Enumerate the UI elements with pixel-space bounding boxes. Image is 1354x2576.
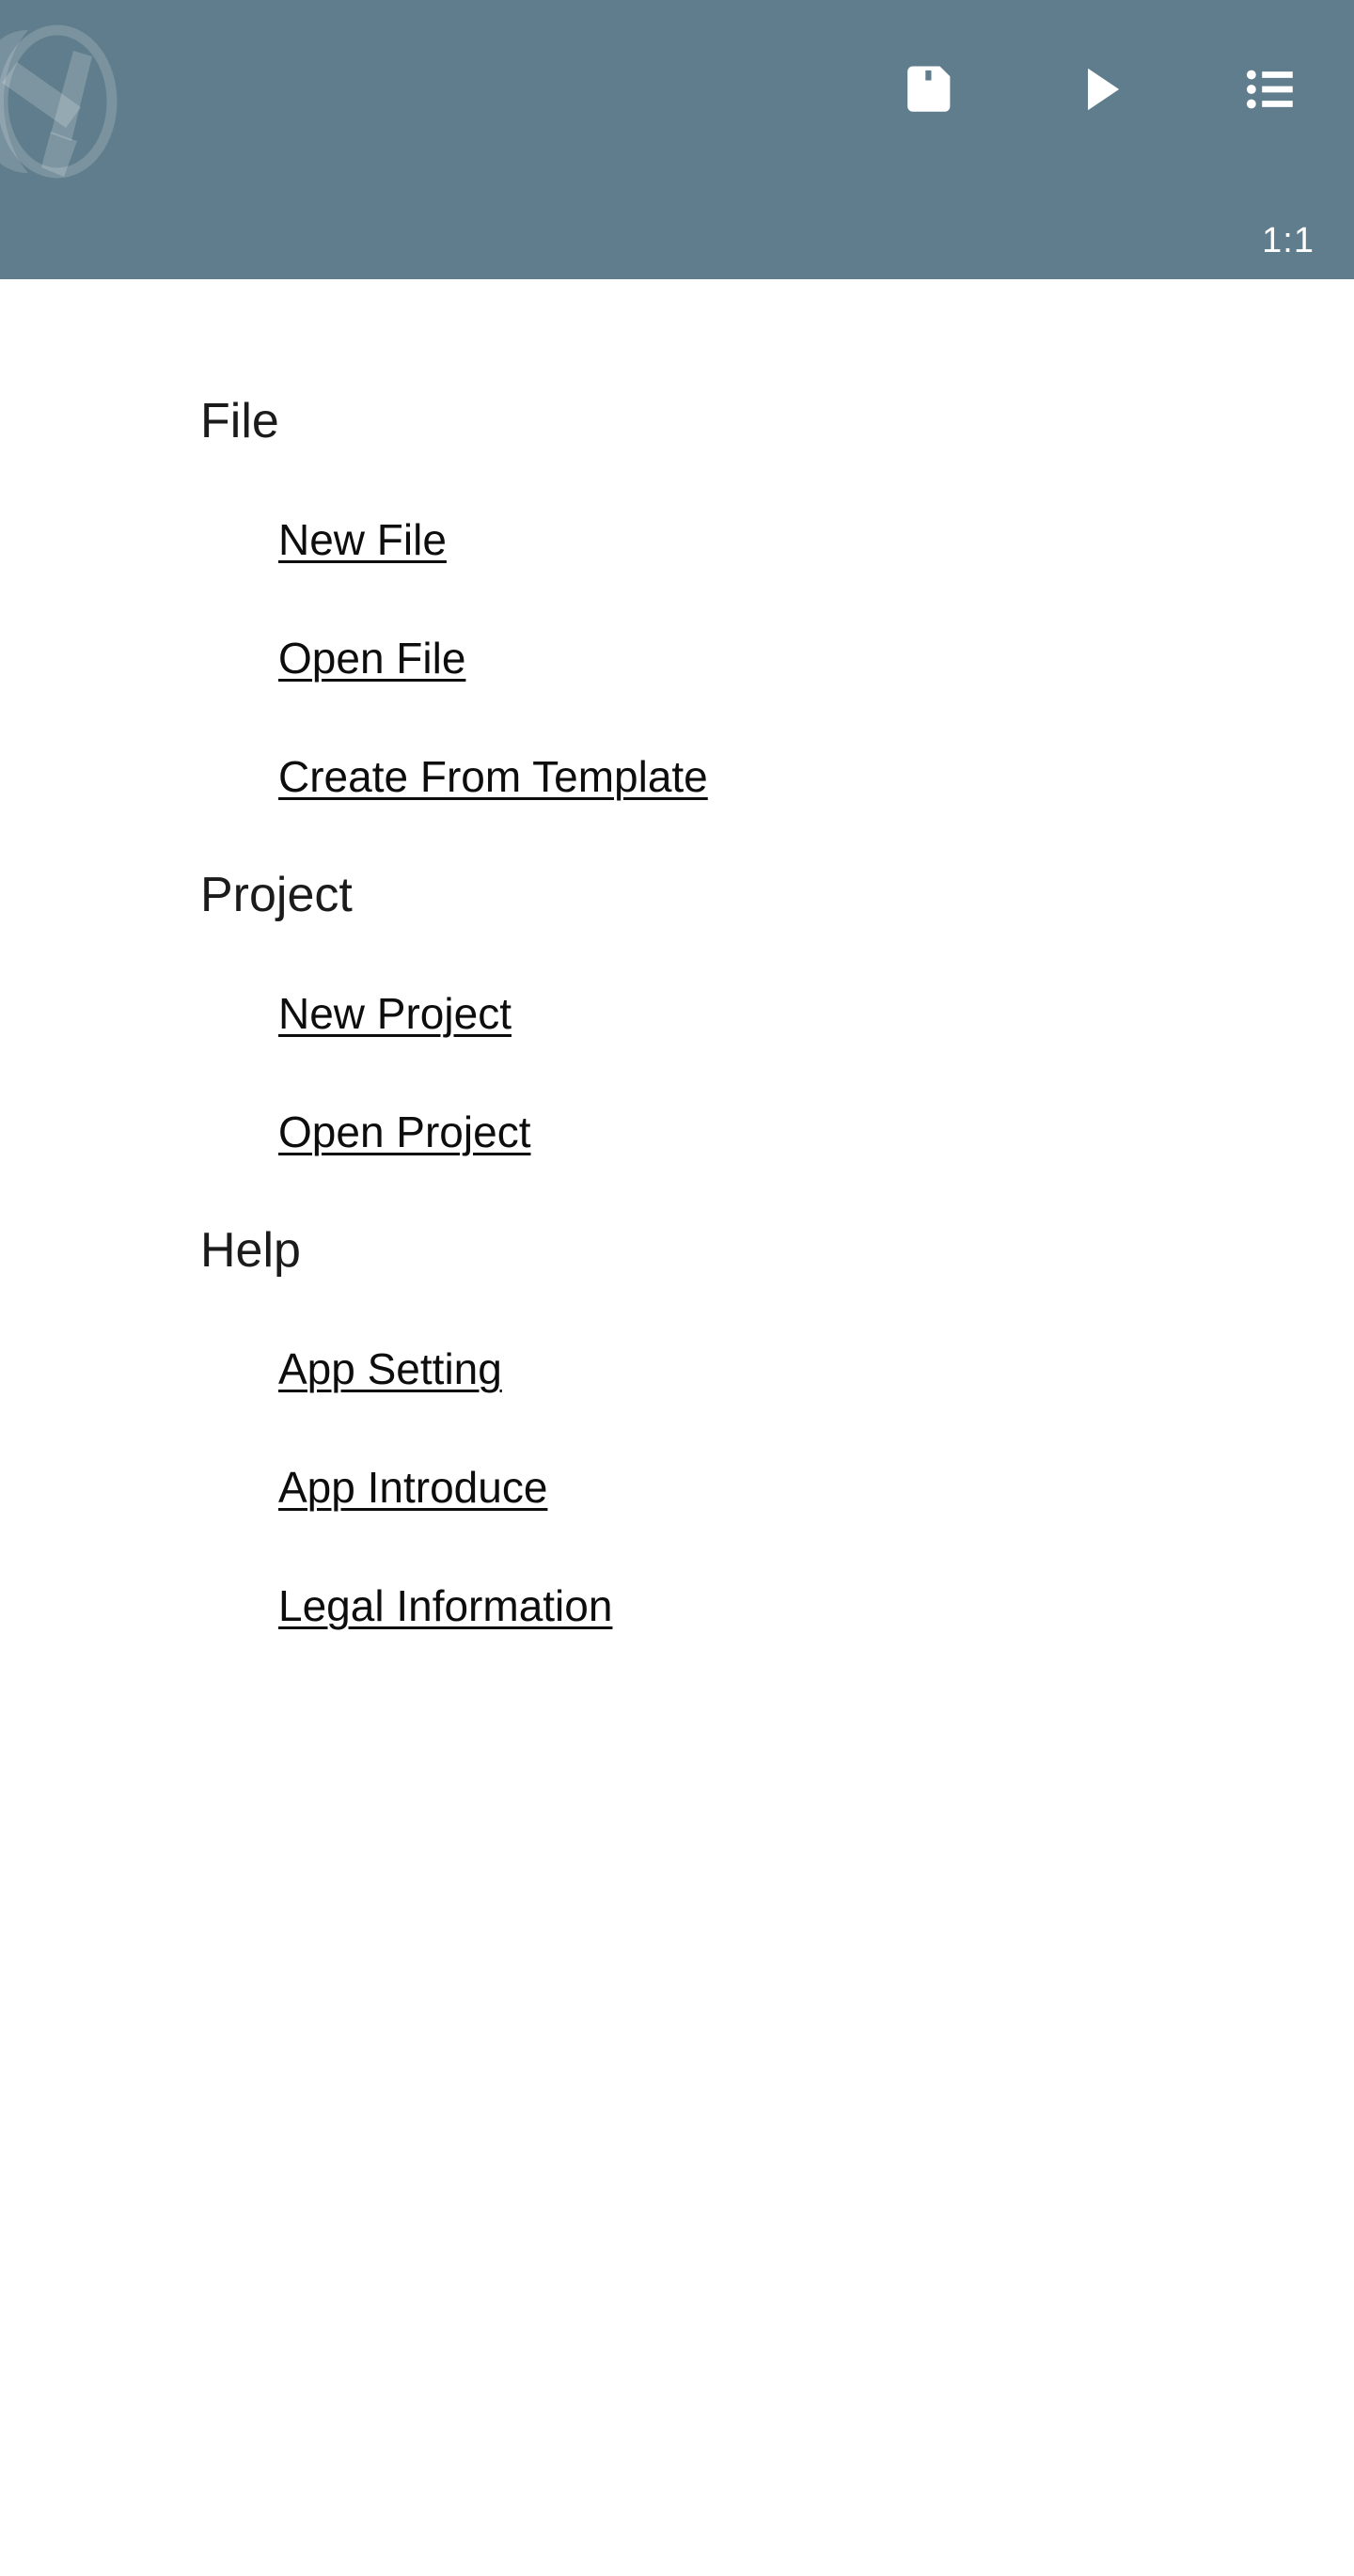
save-floppy-icon (907, 66, 951, 112)
menu-item-label: App Introduce (278, 1462, 548, 1512)
menu-item-label: App Setting (278, 1343, 502, 1393)
menu-item-open-project[interactable]: Open Project (0, 1073, 1354, 1191)
menu-section-project: Project New Project Open Project (0, 836, 1354, 1191)
menu-item-legal-information[interactable]: Legal Information (0, 1547, 1354, 1665)
menu-item-label: New File (278, 514, 447, 564)
menu-item-new-project[interactable]: New Project (0, 954, 1354, 1073)
menu-item-label: Open Project (278, 1107, 531, 1156)
menu-item-app-setting[interactable]: App Setting (0, 1310, 1354, 1428)
list-menu-icon (1246, 70, 1293, 109)
menu-item-label: New Project (278, 988, 512, 1038)
menu-button[interactable] (1230, 49, 1311, 130)
menu-item-new-file[interactable]: New File (0, 480, 1354, 599)
app-header: 1:1 (0, 0, 1354, 279)
app-logo-watermark (0, 17, 130, 186)
menu-item-create-from-template[interactable]: Create From Template (0, 717, 1354, 836)
zoom-level-indicator: 1:1 (1262, 221, 1315, 260)
run-button[interactable] (1061, 49, 1141, 130)
menu-section-help: Help App Setting App Introduce Legal Inf… (0, 1191, 1354, 1665)
section-title-file: File (200, 394, 279, 448)
menu-item-label: Legal Information (278, 1580, 613, 1630)
section-title-project: Project (200, 868, 353, 922)
save-button[interactable] (891, 49, 972, 130)
menu-item-app-introduce[interactable]: App Introduce (0, 1428, 1354, 1547)
menu-item-open-file[interactable]: Open File (0, 599, 1354, 717)
menu-section-file: File New File Open File Create From Temp… (0, 362, 1354, 836)
app-root: 1:1 File New File Open File Create From … (0, 0, 1354, 2576)
menu-item-label: Create From Template (278, 751, 708, 801)
menu-list: File New File Open File Create From Temp… (0, 279, 1354, 2576)
section-title-help: Help (200, 1223, 301, 1278)
toolbar (891, 0, 1354, 179)
menu-item-label: Open File (278, 633, 466, 683)
play-icon (1088, 68, 1120, 111)
